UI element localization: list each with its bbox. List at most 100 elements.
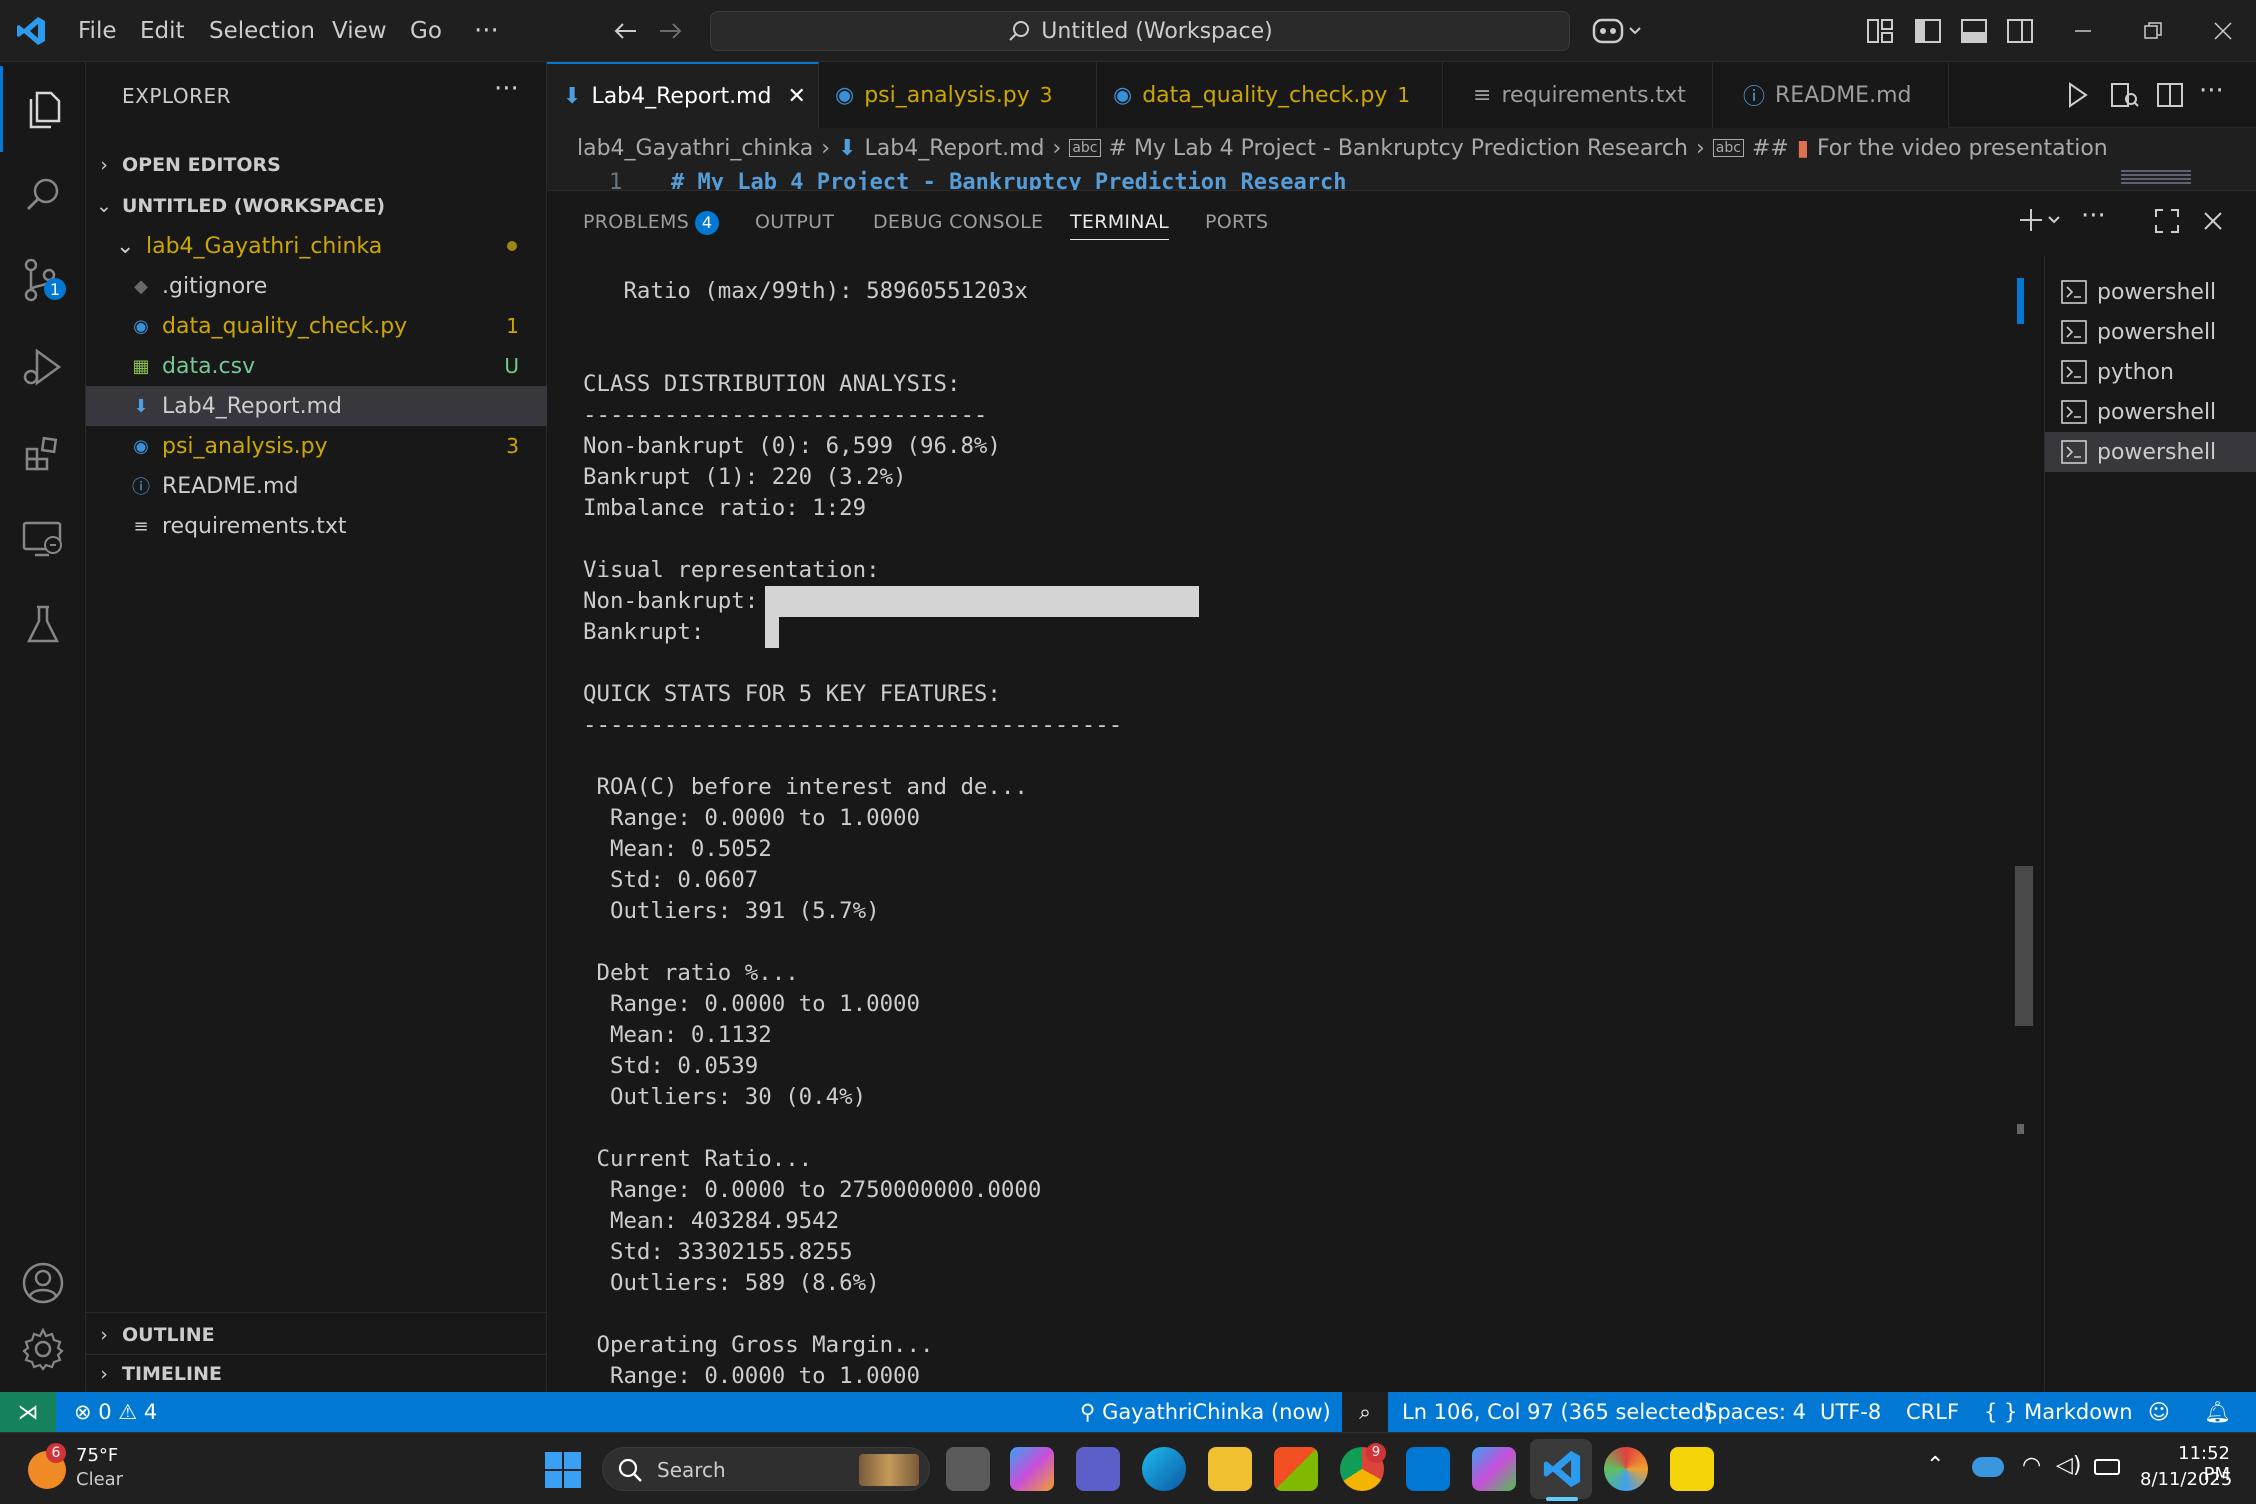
- toggle-secondary-sidebar-icon[interactable]: [2006, 18, 2034, 44]
- wifi-icon[interactable]: ◠: [2022, 1453, 2041, 1478]
- menu-selection[interactable]: Selection: [209, 0, 315, 62]
- outlook-icon[interactable]: [1406, 1447, 1450, 1491]
- workspace-section[interactable]: ⌄ UNTITLED (WORKSPACE): [86, 186, 547, 226]
- menu-more-button[interactable]: ···: [474, 0, 499, 62]
- encoding-status[interactable]: UTF-8: [1820, 1392, 1881, 1432]
- terminal-session-powershell[interactable]: powershell: [2045, 312, 2256, 352]
- search-activity-icon[interactable]: [0, 152, 86, 238]
- language-mode[interactable]: { } Markdown: [1984, 1392, 2133, 1432]
- maximize-panel-icon[interactable]: [2153, 207, 2181, 235]
- tab-psi-analysis[interactable]: ◉ psi_analysis.py 3: [819, 62, 1097, 128]
- m365-copilot-icon[interactable]: [1472, 1447, 1516, 1491]
- terminal-session-powershell[interactable]: powershell: [2045, 392, 2256, 432]
- tab-data-quality-check[interactable]: ◉ data_quality_check.py 1: [1097, 62, 1443, 128]
- extensions-icon[interactable]: [0, 410, 86, 496]
- back-arrow-icon[interactable]: [610, 16, 640, 46]
- close-window-icon[interactable]: [2210, 18, 2236, 44]
- taskbar-search-box[interactable]: Search: [602, 1447, 930, 1491]
- settings-gear-icon[interactable]: [0, 1306, 86, 1392]
- remote-explorer-icon[interactable]: [0, 496, 86, 582]
- source-control-icon[interactable]: 1: [0, 238, 86, 324]
- restore-icon[interactable]: [2140, 18, 2166, 44]
- file-row-gitignore[interactable]: ◆ .gitignore: [86, 266, 547, 306]
- file-explorer-icon[interactable]: [1208, 1447, 1252, 1491]
- terminal-session-powershell[interactable]: powershell: [2045, 272, 2256, 312]
- remote-indicator-icon[interactable]: ⋊: [0, 1392, 56, 1432]
- sticky-notes-icon[interactable]: [1670, 1447, 1714, 1491]
- tab-debug-console[interactable]: DEBUG CONSOLE: [873, 211, 1043, 233]
- indentation-status[interactable]: Spaces: 4: [1704, 1392, 1806, 1432]
- battery-icon[interactable]: [2094, 1459, 2120, 1475]
- eol-status[interactable]: CRLF: [1906, 1392, 1959, 1432]
- explorer-more-button[interactable]: ···: [494, 74, 519, 104]
- copilot-app-icon[interactable]: [1010, 1447, 1054, 1491]
- close-tab-icon[interactable]: ✕: [787, 84, 805, 109]
- forward-arrow-icon[interactable]: [656, 16, 686, 46]
- tab-output[interactable]: OUTPUT: [755, 211, 834, 233]
- customize-layout-icon[interactable]: [1866, 18, 1894, 44]
- folder-row[interactable]: ⌄ lab4_Gayathri_chinka: [86, 226, 547, 266]
- terminal-session-python[interactable]: python: [2045, 352, 2256, 392]
- explorer-icon[interactable]: [0, 66, 86, 152]
- clock-date[interactable]: 8/11/2025: [2140, 1469, 2232, 1490]
- copilot-status-icon[interactable]: ☺: [2148, 1392, 2170, 1432]
- problems-status[interactable]: ⊗ 0 ⚠ 4: [74, 1392, 157, 1432]
- file-row-psi-analysis[interactable]: ◉ psi_analysis.py 3: [86, 426, 547, 466]
- minimap[interactable]: [2121, 170, 2191, 184]
- tab-requirements[interactable]: ≡ requirements.txt: [1443, 62, 1713, 128]
- tab-problems[interactable]: PROBLEMS 4: [583, 211, 720, 235]
- file-row-lab4-report[interactable]: ⬇ Lab4_Report.md: [86, 386, 547, 426]
- close-panel-icon[interactable]: [2199, 207, 2227, 235]
- account-status[interactable]: ⚲ GayathriChinka (now): [1080, 1392, 1331, 1432]
- timeline-section[interactable]: › TIMELINE: [86, 1354, 547, 1394]
- terminal-session-powershell-active[interactable]: powershell: [2045, 432, 2256, 472]
- breadcrumb-heading[interactable]: # My Lab 4 Project - Bankruptcy Predicti…: [1109, 136, 1688, 161]
- toggle-primary-sidebar-icon[interactable]: [1914, 18, 1942, 44]
- file-row-data-csv[interactable]: ▦ data.csv U: [86, 346, 547, 386]
- breadcrumb-section[interactable]: For the video presentation: [1817, 136, 2108, 161]
- testing-icon[interactable]: [0, 582, 86, 668]
- chevron-up-icon[interactable]: ⌃: [1926, 1453, 1944, 1478]
- edge-icon[interactable]: [1142, 1447, 1186, 1491]
- tab-terminal[interactable]: TERMINAL: [1070, 211, 1170, 240]
- menu-file[interactable]: File: [78, 0, 117, 62]
- new-terminal-icon[interactable]: [2017, 205, 2071, 235]
- zoom-icon[interactable]: ⌕: [1342, 1392, 1388, 1432]
- breadcrumb-file[interactable]: Lab4_Report.md: [865, 136, 1045, 161]
- onedrive-icon[interactable]: [1972, 1457, 2004, 1477]
- photos-app-icon[interactable]: [1604, 1447, 1648, 1491]
- scrollbar-thumb[interactable]: [2015, 866, 2033, 1026]
- panel-more-button[interactable]: ···: [2081, 201, 2106, 231]
- breadcrumb-folder[interactable]: lab4_Gayathri_chinka: [577, 136, 813, 161]
- minimize-icon[interactable]: [2070, 18, 2096, 44]
- tab-ports[interactable]: PORTS: [1205, 211, 1268, 233]
- volume-icon[interactable]: ◁): [2056, 1453, 2082, 1478]
- menu-go[interactable]: Go: [410, 0, 442, 62]
- cursor-position[interactable]: Ln 106, Col 97 (365 selected): [1402, 1392, 1712, 1432]
- vscode-taskbar-icon[interactable]: [1540, 1447, 1584, 1491]
- notifications-bell-icon[interactable]: 🔔︎: [2204, 1392, 2231, 1432]
- tab-lab4-report[interactable]: ⬇ Lab4_Report.md ✕: [547, 62, 819, 128]
- tab-readme[interactable]: ⓘ README.md: [1713, 62, 1949, 128]
- breadcrumb-subheading[interactable]: ##: [1752, 136, 1789, 161]
- microsoft-store-icon[interactable]: [1274, 1447, 1318, 1491]
- windows-start-icon[interactable]: [544, 1451, 582, 1489]
- menu-view[interactable]: View: [332, 0, 387, 62]
- terminal-scrollbar[interactable]: [2015, 276, 2033, 1392]
- menu-edit[interactable]: Edit: [140, 0, 185, 62]
- toggle-panel-icon[interactable]: [1960, 18, 1988, 44]
- outline-section[interactable]: › OUTLINE: [86, 1315, 547, 1355]
- run-icon[interactable]: [2063, 80, 2091, 110]
- file-row-readme[interactable]: ⓘ README.md: [86, 466, 547, 506]
- open-editors-section[interactable]: › OPEN EDITORS: [86, 145, 547, 185]
- run-debug-icon[interactable]: [0, 324, 86, 410]
- editor-more-button[interactable]: ···: [2199, 76, 2224, 106]
- open-preview-icon[interactable]: [2109, 80, 2139, 110]
- terminal[interactable]: Ratio (max/99th): 58960551203x CLASS DIS…: [547, 256, 2044, 1392]
- split-editor-icon[interactable]: [2155, 80, 2185, 110]
- editor-peek[interactable]: 1 # My Lab 4 Project - Bankruptcy Predic…: [547, 168, 2256, 190]
- task-view-icon[interactable]: [946, 1447, 990, 1491]
- copilot-icon[interactable]: [1592, 14, 1644, 48]
- file-row-requirements[interactable]: ≡ requirements.txt: [86, 506, 547, 546]
- command-center-search[interactable]: Untitled (Workspace): [710, 11, 1570, 51]
